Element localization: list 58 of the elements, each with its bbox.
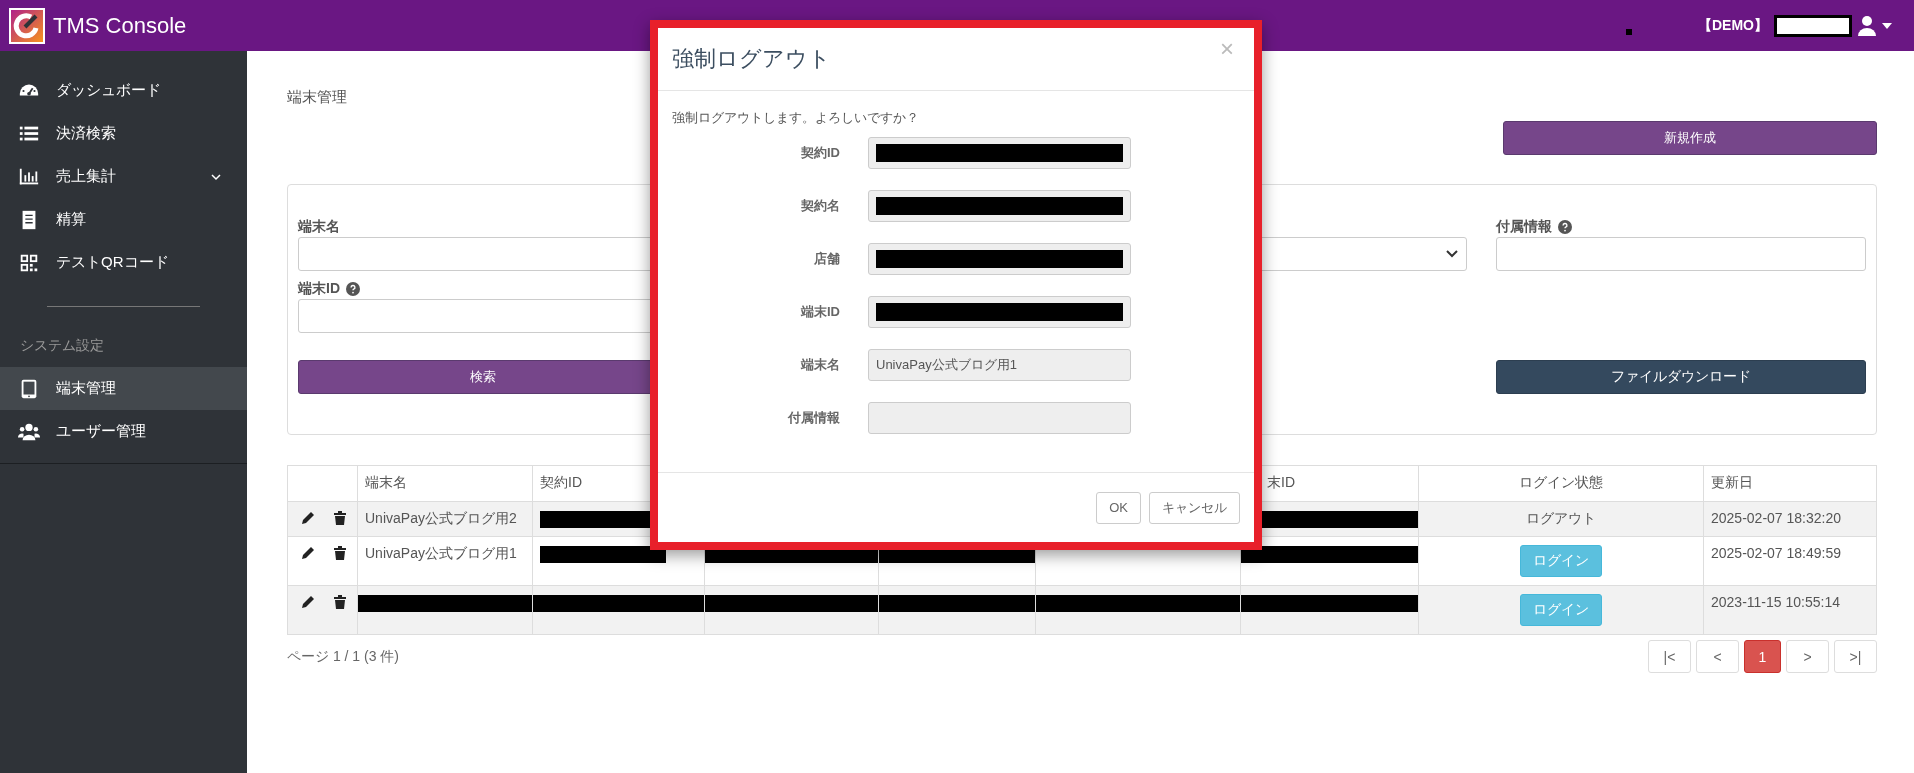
- section-label: システム設定: [19, 337, 105, 355]
- sidebar-item[interactable]: テストQRコード: [0, 241, 247, 284]
- page-button[interactable]: >|: [1834, 640, 1877, 673]
- table-cell: 2023-11-15 10:55:14: [1703, 585, 1877, 635]
- input-field[interactable]: [1495, 237, 1866, 271]
- help-icon[interactable]: [346, 282, 360, 296]
- column-header: ログイン状態: [1519, 474, 1603, 490]
- page-button[interactable]: <: [1696, 640, 1739, 673]
- field-label: 端末名: [298, 218, 340, 236]
- help-icon[interactable]: [1557, 220, 1572, 234]
- sidebar-item[interactable]: 決済検索: [0, 112, 247, 155]
- pencil-icon[interactable]: [300, 545, 316, 561]
- field-label: 契約名: [800, 197, 840, 215]
- download-button[interactable]: ファイルダウンロード: [1495, 360, 1866, 394]
- caret-icon[interactable]: [1882, 22, 1892, 29]
- sidebar-item[interactable]: 精算: [0, 198, 247, 241]
- demo-label: 【DEMO】: [1698, 16, 1768, 35]
- sidebar-item[interactable]: ユーザー管理: [0, 410, 247, 453]
- field-label: 付属情報: [786, 409, 840, 427]
- field-label: 端末ID: [799, 303, 840, 321]
- table-cell: UnivaPay公式ブログ用2: [357, 501, 533, 537]
- dialog-title: 強制ログアウト: [672, 45, 831, 73]
- trash-icon[interactable]: [332, 594, 348, 610]
- page-button[interactable]: 1: [1744, 640, 1781, 673]
- chevron-icon: [1445, 250, 1458, 258]
- dialog-message: 強制ログアウトします。よろしいですか？: [672, 109, 920, 127]
- trash-icon[interactable]: [332, 545, 348, 561]
- field-label: 契約ID: [800, 144, 840, 162]
- column-header: 端末名: [365, 474, 407, 490]
- field-label: 店舗: [813, 250, 840, 268]
- table-cell: 2025-02-07 18:32:20: [1703, 501, 1877, 537]
- new-button[interactable]: 新規作成: [1503, 121, 1877, 155]
- column-header: 更新日: [1711, 474, 1753, 490]
- sidebar-item[interactable]: 売上集計: [0, 155, 247, 198]
- table-cell: 2025-02-07 18:49:59: [1703, 536, 1877, 586]
- sidebar-item[interactable]: 端末管理: [0, 367, 247, 410]
- readonly-field: UnivaPay公式ブログ用1: [868, 349, 1131, 381]
- page-info: ページ 1 / 1 (3 件): [287, 648, 400, 666]
- page-button[interactable]: |<: [1648, 640, 1691, 673]
- redaction-mark: [1626, 28, 1632, 35]
- pencil-icon[interactable]: [300, 510, 316, 526]
- page-title: 端末管理: [287, 87, 348, 107]
- dialog-button[interactable]: OK: [1096, 491, 1141, 524]
- app-title: TMS Console: [53, 12, 187, 39]
- user-icon[interactable]: [1858, 15, 1876, 36]
- logo-icon: [9, 7, 45, 44]
- dialog-button[interactable]: キャンセル: [1149, 491, 1240, 524]
- sidebar-item[interactable]: ダッシュボード: [0, 69, 247, 112]
- field-label: 付属情報: [1495, 218, 1552, 236]
- field-label: 端末名: [799, 356, 840, 374]
- table-cell: UnivaPay公式ブログ用1: [357, 536, 533, 586]
- trash-icon[interactable]: [332, 510, 348, 526]
- page-button[interactable]: >: [1786, 640, 1829, 673]
- login-status: ログアウト: [1526, 510, 1596, 528]
- column-header: 契約ID: [540, 474, 582, 490]
- column-header: 末ID: [1267, 474, 1295, 490]
- field-label: 端末ID: [298, 280, 340, 298]
- pencil-icon[interactable]: [300, 594, 316, 610]
